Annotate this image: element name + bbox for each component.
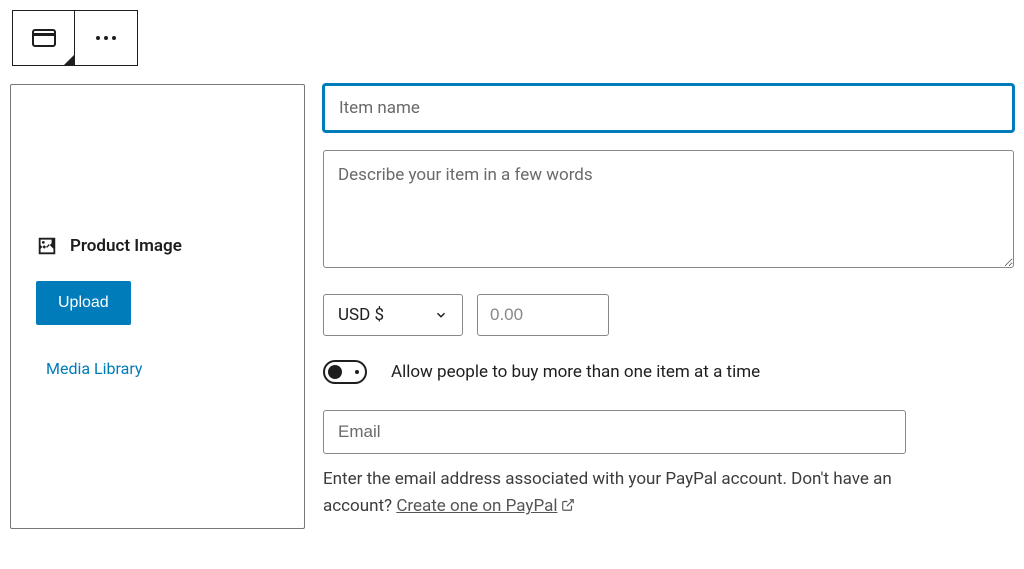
product-form: USD $ Allow people to buy more than one … [323,84,1014,529]
product-image-header: Product Image [36,235,279,257]
currency-select[interactable]: USD $ [323,294,463,336]
payment-card-icon [32,29,56,47]
ellipsis-icon [96,36,116,40]
paypal-help-text: Enter the email address associated with … [323,466,943,520]
paypal-email-input[interactable] [323,410,906,454]
product-image-panel: Product Image Upload Media Library [10,84,305,529]
item-description-input[interactable] [323,150,1014,268]
media-library-link[interactable]: Media Library [46,359,279,378]
upload-button[interactable]: Upload [36,281,131,325]
quantity-toggle-row: Allow people to buy more than one item a… [323,360,1014,384]
more-options-button[interactable] [75,11,137,65]
block-toolbar [12,10,138,66]
external-link-icon [561,498,575,512]
block-content: Product Image Upload Media Library USD $… [10,84,1014,529]
product-image-label: Product Image [70,236,182,256]
image-icon [36,235,58,257]
allow-multiple-label: Allow people to buy more than one item a… [391,362,760,382]
allow-multiple-toggle[interactable] [323,360,367,384]
create-paypal-link[interactable]: Create one on PayPal [396,496,575,516]
price-row: USD $ [323,294,1014,336]
toggle-knob-icon [328,365,342,379]
currency-label: USD $ [338,305,384,325]
price-input[interactable] [477,294,609,336]
toggle-dot-icon [355,370,359,374]
block-type-button[interactable] [13,11,75,65]
item-name-input[interactable] [323,84,1014,132]
chevron-down-icon [434,308,448,322]
